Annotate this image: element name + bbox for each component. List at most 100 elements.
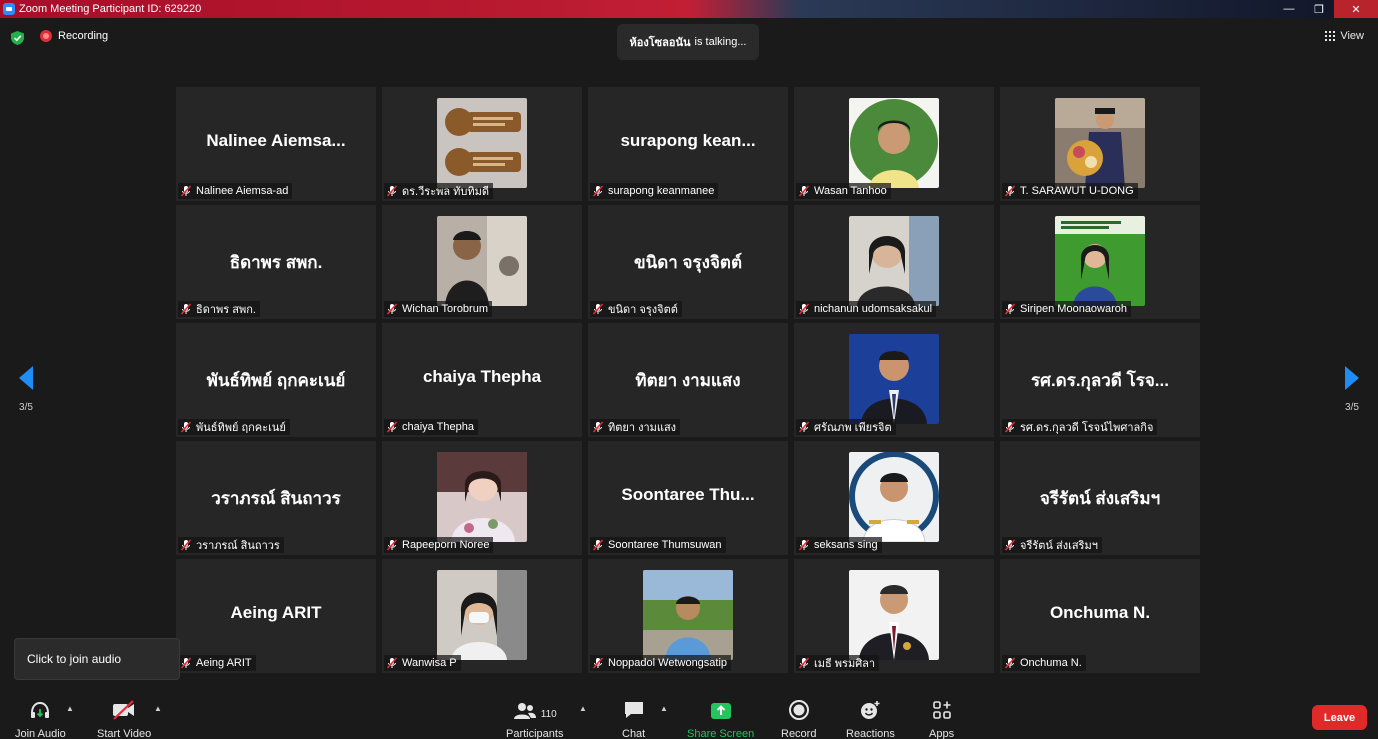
previous-page-button[interactable]: 3/5	[16, 366, 36, 413]
video-options-caret-icon[interactable]: ▲	[154, 704, 162, 713]
participant-nameplate: Onchuma N.	[1002, 655, 1086, 671]
participant-tile[interactable]: Siripen Moonaowaroh	[1000, 205, 1200, 319]
view-button[interactable]: View	[1325, 30, 1364, 42]
participant-name: Aeing ARIT	[196, 657, 252, 669]
participant-tile[interactable]: surapong kean... surapong keanmanee	[588, 87, 788, 201]
participant-nameplate: Nalinee Aiemsa-ad	[178, 183, 293, 199]
participant-nameplate: seksans sing	[796, 537, 882, 553]
participant-video	[643, 570, 733, 660]
participant-tile[interactable]: Wichan Torobrum	[382, 205, 582, 319]
participant-nameplate: Wichan Torobrum	[384, 301, 492, 317]
mic-muted-icon	[180, 539, 192, 551]
participant-tile[interactable]: nichanun udomsaksakul	[794, 205, 994, 319]
participant-tile[interactable]: Rapeeporn Noree	[382, 441, 582, 555]
next-page-button[interactable]: 3/5	[1342, 366, 1362, 413]
participant-tile[interactable]: seksans sing	[794, 441, 994, 555]
participant-tile[interactable]: Wanwisa P	[382, 559, 582, 673]
participant-display-name: รศ.ดร.กุลวดี โรจ...	[1031, 371, 1169, 390]
start-video-button[interactable]: Start Video	[97, 698, 151, 739]
participant-tile[interactable]: T. SARAWUT U-DONG	[1000, 87, 1200, 201]
record-button[interactable]: Record	[781, 698, 816, 739]
participant-name: nichanun udomsaksakul	[814, 303, 933, 315]
mic-muted-icon	[386, 303, 398, 315]
restore-button[interactable]: ❐	[1304, 0, 1334, 18]
active-speaker-banner: ห้องโซลอนัน is talking...	[617, 24, 759, 60]
audio-options-caret-icon[interactable]: ▲	[66, 704, 74, 713]
share-screen-button[interactable]: Share Screen	[687, 698, 754, 739]
participant-name: Wasan Tanhoo	[814, 185, 887, 197]
participant-gallery: Nalinee Aiemsa... Nalinee Aiemsa-ad ดร.วีร…	[176, 87, 1200, 673]
participants-button[interactable]: 110 Participants	[506, 698, 563, 739]
participant-tile[interactable]: Onchuma N. Onchuma N.	[1000, 559, 1200, 673]
chat-options-caret-icon[interactable]: ▲	[660, 704, 668, 713]
page-indicator-left: 3/5	[19, 402, 33, 413]
participant-tile[interactable]: เมธี พรมศิลา	[794, 559, 994, 673]
participant-nameplate: surapong keanmanee	[590, 183, 719, 199]
participant-tile[interactable]: Nalinee Aiemsa... Nalinee Aiemsa-ad	[176, 87, 376, 201]
participant-display-name: surapong kean...	[620, 131, 756, 150]
participant-name: T. SARAWUT U-DONG	[1020, 185, 1134, 197]
participant-nameplate: เมธี พรมศิลา	[796, 655, 880, 671]
participant-tile[interactable]: จรีรัตน์ ส่งเสริมฯ จรีรัตน์ ส่งเสริมฯ	[1000, 441, 1200, 555]
mic-muted-icon	[592, 185, 604, 197]
shield-icon[interactable]	[11, 31, 24, 45]
participant-name: Onchuma N.	[1020, 657, 1082, 669]
participant-tile[interactable]: ธิดาพร สพก. ธิดาพร สพก.	[176, 205, 376, 319]
mic-muted-icon	[386, 657, 398, 669]
participant-name: ขนิดา จรุงจิตต์	[608, 304, 678, 316]
window-titlebar: Zoom Meeting Participant ID: 629220 — ❐ …	[0, 0, 1378, 18]
participant-name: seksans sing	[814, 539, 878, 551]
participant-tile[interactable]: Soontaree Thu... Soontaree Thumsuwan	[588, 441, 788, 555]
mic-muted-icon	[386, 539, 398, 551]
reactions-smiley-icon	[861, 701, 880, 719]
apps-button[interactable]: Apps	[929, 698, 954, 739]
join-audio-button[interactable]: Join Audio	[15, 698, 66, 739]
participant-nameplate: พันธ์ทิพย์ ฤกคะเนย์	[178, 419, 290, 435]
window-title: Zoom Meeting Participant ID: 629220	[19, 3, 202, 15]
participant-tile[interactable]: ทิตยา งามแสง ทิตยา งามแสง	[588, 323, 788, 437]
participant-tile[interactable]: รศ.ดร.กุลวดี โรจ... รศ.ดร.กุลวดี โรจน์ไพศ…	[1000, 323, 1200, 437]
participant-name: Noppadol Wetwongsatip	[608, 657, 728, 669]
mic-muted-icon	[386, 185, 398, 197]
record-icon	[788, 700, 809, 720]
reactions-button[interactable]: Reactions	[846, 698, 895, 739]
mic-muted-icon	[386, 421, 398, 433]
leave-button[interactable]: Leave	[1312, 705, 1367, 730]
participant-name: ดร.วีระพล ทับทิมดี	[402, 186, 490, 198]
recording-indicator[interactable]: Recording	[40, 30, 108, 42]
participant-name: Wichan Torobrum	[402, 303, 488, 315]
participant-tile[interactable]: ศรัณภพ เพียรจิต	[794, 323, 994, 437]
grid-view-icon	[1325, 31, 1336, 41]
participant-name: Wanwisa P	[402, 657, 457, 669]
participant-nameplate: chaiya Thepha	[384, 419, 478, 435]
participants-icon	[513, 703, 536, 719]
participants-count: 110	[540, 709, 557, 720]
participant-video	[849, 98, 939, 188]
participant-tile[interactable]: วราภรณ์ สินถาวร วราภรณ์ สินถาวร	[176, 441, 376, 555]
participant-tile[interactable]: ดร.วีระพล ทับทิมดี	[382, 87, 582, 201]
close-window-button[interactable]: ✕	[1334, 0, 1378, 18]
participant-nameplate: Wasan Tanhoo	[796, 183, 891, 199]
minimize-button[interactable]: —	[1274, 0, 1304, 18]
participant-tile[interactable]: chaiya Thepha chaiya Thepha	[382, 323, 582, 437]
participant-tile[interactable]: Noppadol Wetwongsatip	[588, 559, 788, 673]
meeting-toolbar: Join Audio ▲ Start Video ▲ 110 Participa…	[0, 690, 1378, 739]
mic-muted-icon	[798, 421, 810, 433]
chat-button[interactable]: Chat	[622, 698, 645, 739]
participant-tile[interactable]: ขนิดา จรุงจิตต์ ขนิดา จรุงจิตต์	[588, 205, 788, 319]
participants-options-caret-icon[interactable]: ▲	[579, 704, 587, 713]
participant-name: ศรัณภพ เพียรจิต	[814, 422, 892, 434]
apps-icon	[932, 701, 951, 719]
arrow-right-icon	[1345, 366, 1359, 390]
video-off-icon	[113, 700, 135, 720]
participant-tile[interactable]: Wasan Tanhoo	[794, 87, 994, 201]
participant-tile[interactable]: Aeing ARIT Aeing ARIT	[176, 559, 376, 673]
participant-tile[interactable]: พันธ์ทิพย์ ฤกคะเนย์ พันธ์ทิพย์ ฤกคะเนย์	[176, 323, 376, 437]
mic-muted-icon	[1004, 421, 1016, 433]
record-label: Record	[781, 728, 817, 739]
meeting-topbar: Recording ห้องโซลอนัน is talking... View	[0, 18, 1378, 60]
view-label: View	[1340, 30, 1364, 42]
mic-muted-icon	[180, 303, 192, 315]
share-screen-icon	[710, 703, 731, 719]
participant-video	[849, 216, 939, 306]
